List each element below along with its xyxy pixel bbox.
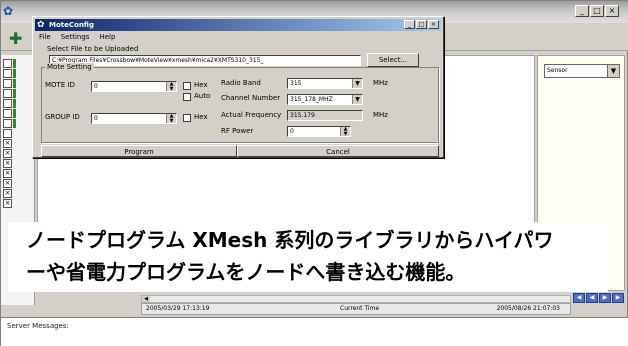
minimize-button[interactable]: _: [575, 5, 589, 17]
caption-line-2: ーや省電力プログラムをノードへ書き込む機能。: [26, 260, 466, 284]
actual-frequency-label: Actual Frequency: [221, 111, 282, 119]
dialog-window-controls: _ □ ×: [404, 20, 439, 29]
group-id-value: 0: [94, 115, 98, 122]
app-icon: ✿: [3, 4, 14, 18]
node-checkbox[interactable]: [3, 99, 12, 108]
node-checkbox[interactable]: ×: [3, 139, 12, 148]
mote-id-field[interactable]: 0 ▲ ▼: [91, 81, 177, 92]
group-id-field[interactable]: 0 ▲ ▼: [91, 113, 177, 124]
dialog-title: MoteConfig: [49, 21, 94, 29]
screenshot-root: ✿ _ □ × ✚ × × × × × × × Sensor ▼ ◀ 2005/…: [0, 0, 628, 346]
status-marker: [13, 59, 16, 68]
radio-band-value: 315: [290, 80, 302, 87]
status-marker: [13, 109, 16, 118]
caption-line-1: ノードプログラム XMesh 系列のライブラリからハイパワ: [26, 228, 554, 252]
menu-help[interactable]: Help: [99, 32, 115, 42]
program-button[interactable]: Program: [41, 145, 237, 157]
rf-power-label: RF Power: [221, 127, 254, 135]
rf-power-spin-icon[interactable]: ▲ ▼: [340, 127, 350, 136]
channel-number-label: Channel Number: [221, 94, 281, 102]
node-checkbox[interactable]: [3, 59, 12, 68]
radio-band-unit: MHz: [373, 79, 388, 87]
caption-box: ノードプログラム XMesh 系列のライブラリからハイパワ ーや省電力プログラム…: [8, 222, 608, 292]
timeline-nav: ◀ ◀ ▶ ▶: [573, 293, 624, 303]
radio-band-select[interactable]: 315 ▼: [287, 78, 363, 89]
rf-power-field[interactable]: 0 ▲ ▼: [287, 126, 351, 137]
time-start: 2005/03/29 17:13:19: [146, 305, 210, 312]
channel-number-value: 315_178_MHZ: [290, 96, 333, 103]
current-time-label: Current Time: [340, 305, 380, 312]
dialog-menubar: File Settings Help: [39, 32, 115, 42]
status-marker: [13, 89, 16, 98]
sensor-select[interactable]: Sensor ▼: [544, 64, 620, 78]
group-id-spin-icon[interactable]: ▲ ▼: [166, 114, 176, 123]
mote-id-hex-label: Hex: [194, 81, 208, 89]
status-marker: [13, 69, 16, 78]
group-id-hex-label: Hex: [194, 113, 208, 121]
node-checkbox[interactable]: [3, 89, 12, 98]
actual-frequency-field: 315.179: [287, 110, 363, 121]
select-file-label: Select File to be Uploaded: [47, 45, 139, 53]
chevron-down-icon[interactable]: ▼: [607, 65, 619, 77]
cancel-button[interactable]: Cancel: [237, 145, 439, 157]
mote-id-value: 0: [94, 83, 98, 90]
timeline-scrollbar[interactable]: ◀: [141, 295, 571, 303]
time-bar: 2005/03/29 17:13:19 Current Time 2005/08…: [141, 303, 571, 315]
dialog-close-button[interactable]: ×: [428, 20, 439, 29]
channel-number-select[interactable]: 315_178_MHZ ▼: [287, 94, 363, 105]
node-checkbox[interactable]: ×: [3, 199, 12, 208]
close-button[interactable]: ×: [605, 5, 619, 17]
auto-checkbox[interactable]: [183, 93, 191, 101]
node-checkbox[interactable]: ×: [3, 189, 12, 198]
node-checkbox[interactable]: ×: [3, 159, 12, 168]
group-id-hex-checkbox[interactable]: [183, 114, 191, 122]
dialog-minimize-button[interactable]: _: [404, 20, 415, 29]
node-checkbox[interactable]: ×: [3, 149, 12, 158]
select-file-button[interactable]: Select...: [367, 53, 419, 67]
maximize-button[interactable]: □: [590, 5, 604, 17]
node-checkbox[interactable]: ×: [3, 179, 12, 188]
chevron-down-icon[interactable]: ▼: [352, 79, 362, 88]
menu-settings[interactable]: Settings: [61, 32, 90, 42]
moteconfig-dialog: ✿ MoteConfig _ □ × File Settings Help Se…: [32, 16, 444, 158]
rf-power-value: 0: [290, 128, 294, 135]
radio-band-label: Radio Band: [221, 79, 261, 87]
dialog-app-icon: ✿: [37, 20, 45, 30]
prev-icon[interactable]: ◀: [586, 293, 598, 303]
time-end: 2005/08/26 21:07:03: [496, 305, 560, 312]
next-icon[interactable]: ▶: [599, 293, 611, 303]
auto-label: Auto: [194, 92, 211, 100]
node-checkbox[interactable]: [3, 69, 12, 78]
group-id-label: GROUP ID: [45, 113, 80, 121]
sensor-select-value: Sensor: [547, 67, 568, 74]
dialog-titlebar[interactable]: ✿ MoteConfig _ □ ×: [35, 19, 441, 31]
node-checkbox[interactable]: [3, 119, 12, 128]
mote-id-spin-icon[interactable]: ▲ ▼: [166, 82, 176, 91]
node-checkbox[interactable]: [3, 109, 12, 118]
actual-frequency-unit: MHz: [373, 111, 388, 119]
status-marker: [13, 119, 16, 128]
server-messages-area: Server Messages:: [1, 317, 628, 346]
last-icon[interactable]: ▶: [612, 293, 624, 303]
server-messages-label: Server Messages:: [7, 322, 69, 330]
mote-setting-label: Mote Setting: [45, 63, 94, 71]
status-marker: [13, 79, 16, 88]
file-path-field[interactable]: C:¥Program Files¥Crossbow¥MoteView¥xmesh…: [49, 55, 361, 66]
node-checkbox[interactable]: ×: [3, 169, 12, 178]
mote-id-label: MOTE ID: [45, 81, 75, 89]
chevron-down-icon[interactable]: ▼: [352, 95, 362, 104]
dialog-maximize-button[interactable]: □: [416, 20, 427, 29]
node-checkbox[interactable]: [3, 129, 12, 138]
background-window-controls: _ □ ×: [575, 5, 619, 17]
scroll-left-icon[interactable]: ◀: [142, 296, 150, 302]
mote-id-hex-checkbox[interactable]: [183, 82, 191, 90]
menu-file[interactable]: File: [39, 32, 51, 42]
network-icon[interactable]: ✚: [9, 31, 29, 47]
node-checkbox[interactable]: [3, 79, 12, 88]
first-icon[interactable]: ◀: [573, 293, 585, 303]
status-marker: [13, 99, 16, 108]
